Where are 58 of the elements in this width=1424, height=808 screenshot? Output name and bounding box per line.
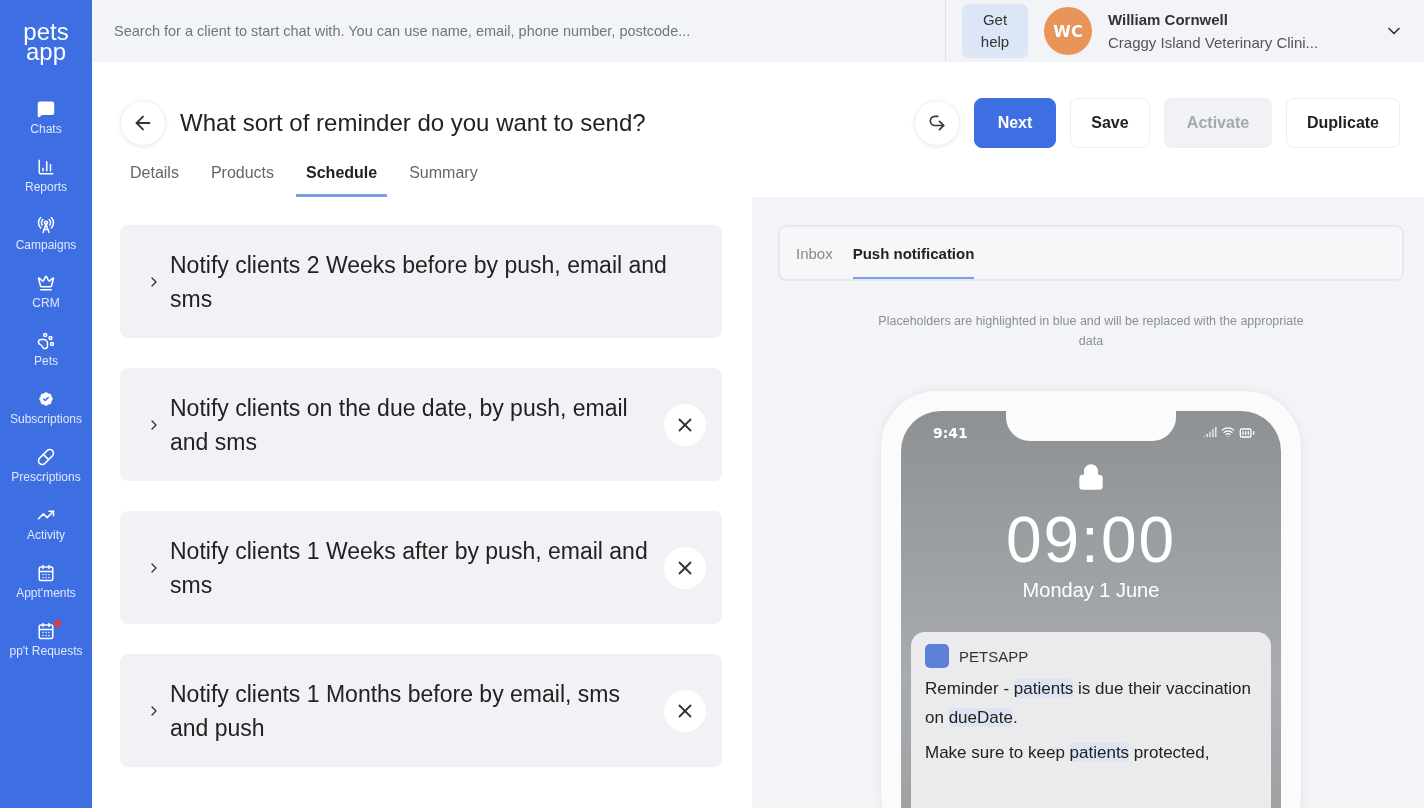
nav-item[interactable]: pp't Requests (9, 622, 83, 658)
nav-item[interactable]: Chats (30, 100, 62, 136)
nav-item[interactable]: Appt'ments (16, 564, 76, 600)
avatar: WC (1044, 7, 1092, 55)
paw-icon (37, 332, 55, 350)
bar-chart-icon (37, 158, 55, 176)
back-button[interactable] (120, 100, 166, 146)
status-icons (1203, 425, 1255, 441)
antenna-icon (37, 216, 55, 234)
date: Monday 1 June (1022, 579, 1160, 602)
tab[interactable]: Summary (399, 158, 488, 197)
pill-icon (37, 448, 55, 466)
lock-icon (1077, 463, 1105, 491)
nav-item[interactable]: Prescriptions (11, 448, 81, 484)
remove-button[interactable] (664, 689, 706, 732)
app-name: PETSAPP (959, 647, 1029, 665)
check-badge-icon (37, 390, 55, 408)
search-field[interactable]: Search for a client to start chat with. You can use name, email, phone number, postcode... (112, 22, 929, 40)
tab[interactable]: Push notification (852, 241, 975, 279)
placeholder-hint: Placeholders are highlighted in blue and will be replaced with the appropriate data (877, 313, 1305, 350)
reminder-text: Notify clients on the due date, by push, email and sms (170, 393, 629, 457)
app-icon (925, 644, 949, 668)
nav-item[interactable]: Reports (25, 158, 67, 194)
tab[interactable]: Products (200, 158, 285, 197)
help-button[interactable]: Get help (962, 4, 1028, 58)
tab[interactable]: Schedule (296, 158, 388, 197)
chat-bubble-icon (37, 100, 55, 118)
reminder-text: Notify clients 1 Months before by email, sms and push (170, 679, 621, 743)
tab[interactable]: Inbox (796, 241, 833, 279)
nav-item[interactable]: Activity (27, 506, 65, 542)
tab[interactable]: Details (120, 158, 189, 197)
clinic-name: Craggy Island Veterinary Clini... (1108, 34, 1320, 51)
remove-button[interactable] (664, 403, 706, 446)
calendar-icon (37, 564, 55, 582)
notification-text: Make sure to keep patients protected, (925, 742, 1211, 764)
page-title: What sort of reminder do you want to send? (180, 109, 647, 137)
nav-item[interactable]: Pets (34, 332, 58, 368)
redo-button[interactable] (914, 100, 960, 146)
reminder-card[interactable]: Notify clients on the due date, by push, email and sms (120, 368, 722, 481)
reminder-card[interactable]: Notify clients 1 Weeks after by push, email and sms (120, 511, 722, 624)
user-name: William Cornwell (1108, 11, 1229, 28)
clock: 09:00 (1005, 503, 1177, 577)
reminder-card[interactable]: Notify clients 2 Weeks before by push, email and sms (120, 225, 722, 338)
nav-item[interactable]: Subscriptions (9, 390, 82, 426)
nav-item[interactable]: CRM (32, 274, 60, 310)
reminder-text: Notify clients 2 Weeks before by push, email and sms (170, 250, 668, 314)
action-button[interactable]: Next (974, 98, 1056, 148)
action-button[interactable]: Duplicate (1286, 98, 1400, 148)
curved-arrow-icon (927, 113, 947, 133)
reminder-text: Notify clients 1 Weeks after by push, email and sms (170, 536, 649, 600)
action-button[interactable]: Save (1070, 98, 1150, 148)
notification-text: Reminder - patients is due their vaccination on dueDate. (925, 678, 1252, 729)
crown-icon (37, 274, 55, 292)
remove-button[interactable] (664, 546, 706, 589)
status-time: 9:41 (933, 425, 968, 441)
nav-item[interactable]: Campaigns (15, 216, 77, 252)
reminder-card[interactable]: Notify clients 1 Months before by email, sms and push (120, 654, 722, 767)
calendar-icon (37, 622, 55, 640)
